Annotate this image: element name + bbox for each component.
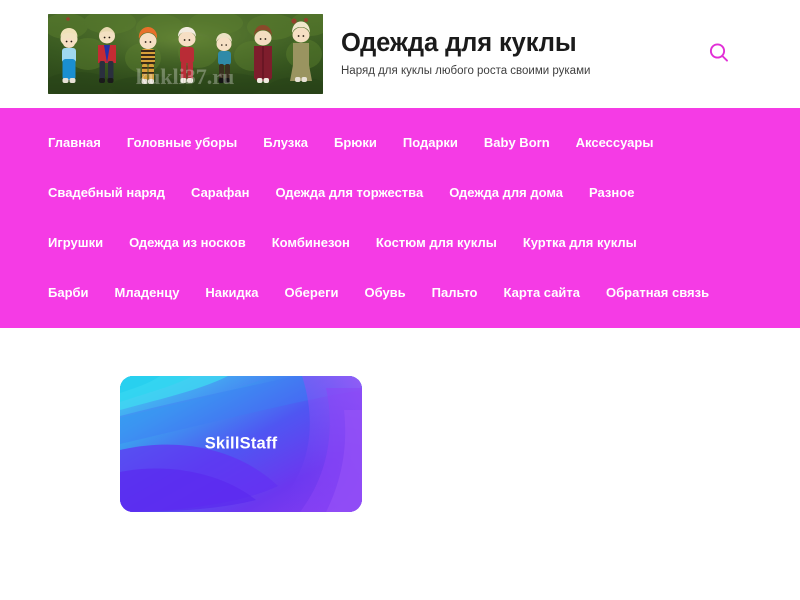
promo-label: SkillStaff [204, 434, 278, 453]
nav-item-baby-born[interactable]: Baby Born [484, 136, 550, 149]
nav-item-svadebnyy-naryad[interactable]: Свадебный наряд [48, 186, 165, 199]
nav-item-bluzka[interactable]: Блузка [263, 136, 308, 149]
nav-item-bryuki[interactable]: Брюки [334, 136, 377, 149]
nav-item-karta-sayta[interactable]: Карта сайта [504, 286, 581, 299]
nav-item-kurtka-dlya-kukly[interactable]: Куртка для куклы [523, 236, 637, 249]
nav-item-nakidka[interactable]: Накидка [205, 286, 258, 299]
main-navigation: Главная Головные уборы Блузка Брюки Пода… [0, 108, 800, 328]
nav-item-golovnye-ubory[interactable]: Головные уборы [127, 136, 237, 149]
nav-item-oberegi[interactable]: Обереги [285, 286, 339, 299]
nav-item-palto[interactable]: Пальто [432, 286, 478, 299]
brand-text: Одежда для куклы Наряд для куклы любого … [341, 29, 590, 78]
brand-block[interactable]: kukli37.ru Одежда для куклы Наряд для ку… [48, 14, 590, 94]
site-logo-image[interactable]: kukli37.ru [48, 14, 323, 94]
nav-row-3: Игрушки Одежда из носков Комбинезон Кост… [0, 217, 800, 267]
nav-item-igrushki[interactable]: Игрушки [48, 236, 103, 249]
nav-item-obuv[interactable]: Обувь [364, 286, 405, 299]
nav-item-kombinezon[interactable]: Комбинезон [272, 236, 350, 249]
nav-item-obratnaya-svyaz[interactable]: Обратная связь [606, 286, 709, 299]
nav-item-glavnaya[interactable]: Главная [48, 136, 101, 149]
nav-item-kostyum-dlya-kukly[interactable]: Костюм для куклы [376, 236, 497, 249]
nav-item-barbi[interactable]: Барби [48, 286, 89, 299]
nav-item-odezhda-dlya-torzhestva[interactable]: Одежда для торжества [275, 186, 423, 199]
search-icon [709, 43, 728, 62]
nav-item-sarafan[interactable]: Сарафан [191, 186, 249, 199]
site-title: Одежда для куклы [341, 29, 577, 58]
skillstaff-promo-banner[interactable]: SkillStaff [120, 376, 362, 512]
site-header: kukli37.ru Одежда для куклы Наряд для ку… [0, 0, 800, 108]
main-content: SkillStaff [0, 328, 800, 512]
nav-item-odezhda-dlya-doma[interactable]: Одежда для дома [449, 186, 563, 199]
nav-row-4: Барби Младенцу Накидка Обереги Обувь Пал… [0, 267, 800, 317]
nav-item-raznoe[interactable]: Разное [589, 186, 634, 199]
logo-watermark-text: kukli37.ru [136, 64, 234, 89]
nav-item-odezhda-iz-noskov[interactable]: Одежда из носков [129, 236, 246, 249]
site-tagline: Наряд для куклы любого роста своими рука… [341, 64, 591, 77]
nav-item-podarki[interactable]: Подарки [403, 136, 458, 149]
nav-row-2: Свадебный наряд Сарафан Одежда для торже… [0, 167, 800, 217]
search-toggle-button[interactable] [706, 40, 732, 66]
nav-row-1: Главная Головные уборы Блузка Брюки Пода… [0, 117, 800, 167]
nav-item-aksessuary[interactable]: Аксессуары [576, 136, 654, 149]
nav-item-mladentsu[interactable]: Младенцу [115, 286, 180, 299]
promo-area: SkillStaff [120, 376, 800, 512]
